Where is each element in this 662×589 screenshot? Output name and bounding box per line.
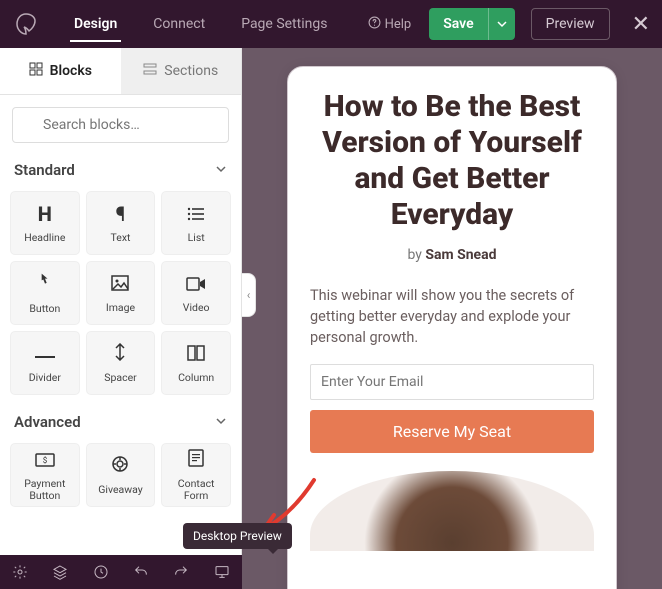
help-icon xyxy=(368,16,381,33)
list-icon xyxy=(187,202,205,226)
bottombar xyxy=(0,555,242,589)
payment-icon: $ xyxy=(35,448,55,472)
block-list[interactable]: List xyxy=(161,191,231,255)
sections-icon xyxy=(143,62,157,80)
headline-icon: H xyxy=(38,202,52,226)
desktop-preview-icon[interactable] xyxy=(214,564,230,580)
help-label: Help xyxy=(385,17,412,32)
save-button[interactable]: Save xyxy=(429,8,487,40)
save-group: Save xyxy=(429,8,514,40)
block-text[interactable]: ¶Text xyxy=(86,191,156,255)
canvas: How to Be the Best Version of Yourself a… xyxy=(242,48,662,589)
block-payment-button[interactable]: $Payment Button xyxy=(10,443,80,507)
divider-icon xyxy=(35,342,55,366)
page-description[interactable]: This webinar will show you the secrets o… xyxy=(310,285,594,348)
blocks-icon xyxy=(29,62,43,80)
sidebar-collapse-handle[interactable]: ‹ xyxy=(242,273,256,317)
history-icon[interactable] xyxy=(93,564,109,580)
nav-page-settings[interactable]: Page Settings xyxy=(223,0,345,48)
block-button[interactable]: Button xyxy=(10,261,80,325)
column-icon xyxy=(187,342,205,366)
byline[interactable]: by Sam Snead xyxy=(310,247,594,263)
sidebar: Blocks Sections Standard HHeadline xyxy=(0,48,242,589)
advanced-grid: $Payment Button Giveaway Contact Form xyxy=(0,437,241,519)
button-icon xyxy=(35,272,55,297)
email-field[interactable] xyxy=(310,364,594,400)
video-icon xyxy=(186,272,206,296)
group-standard-title: Standard xyxy=(14,161,75,179)
tooltip-desktop-preview: Desktop Preview xyxy=(183,523,292,549)
layers-icon[interactable] xyxy=(52,564,68,580)
tab-blocks[interactable]: Blocks xyxy=(0,48,121,94)
device-preview[interactable]: How to Be the Best Version of Yourself a… xyxy=(287,66,617,589)
page-heading[interactable]: How to Be the Best Version of Yourself a… xyxy=(310,89,594,233)
nav-design[interactable]: Design xyxy=(56,0,135,48)
spacer-icon xyxy=(113,342,127,366)
redo-icon[interactable] xyxy=(173,564,189,580)
group-standard-header[interactable]: Standard xyxy=(0,155,241,185)
block-spacer[interactable]: Spacer xyxy=(86,331,156,395)
save-dropdown[interactable] xyxy=(488,8,515,40)
block-column[interactable]: Column xyxy=(161,331,231,395)
text-icon: ¶ xyxy=(116,202,126,226)
cta-button[interactable]: Reserve My Seat xyxy=(310,410,594,453)
search-input[interactable] xyxy=(12,107,229,143)
hero-image[interactable] xyxy=(310,471,594,551)
help-link[interactable]: Help xyxy=(368,16,412,33)
block-video[interactable]: Video xyxy=(161,261,231,325)
top-nav: Design Connect Page Settings xyxy=(56,0,345,48)
settings-icon[interactable] xyxy=(12,564,28,580)
chevron-down-icon xyxy=(215,161,227,179)
close-icon[interactable]: ✕ xyxy=(632,12,650,37)
block-contact-form[interactable]: Contact Form xyxy=(161,443,231,507)
app-logo xyxy=(12,10,40,38)
group-advanced-header[interactable]: Advanced xyxy=(0,407,241,437)
image-icon xyxy=(111,272,129,296)
block-divider[interactable]: Divider xyxy=(10,331,80,395)
sidebar-tabs: Blocks Sections xyxy=(0,48,241,95)
block-image[interactable]: Image xyxy=(86,261,156,325)
by-prefix: by xyxy=(407,247,425,263)
topbar: Design Connect Page Settings Help Save P… xyxy=(0,0,662,48)
preview-button[interactable]: Preview xyxy=(531,8,610,40)
giveaway-icon xyxy=(111,454,129,478)
form-icon xyxy=(188,448,204,472)
block-headline[interactable]: HHeadline xyxy=(10,191,80,255)
nav-connect[interactable]: Connect xyxy=(135,0,223,48)
svg-text:$: $ xyxy=(43,456,48,465)
tab-sections-label: Sections xyxy=(164,63,218,79)
group-advanced-title: Advanced xyxy=(14,413,81,431)
chevron-down-icon xyxy=(215,413,227,431)
caret-down-icon xyxy=(497,19,507,29)
undo-icon[interactable] xyxy=(133,564,149,580)
tab-blocks-label: Blocks xyxy=(50,63,92,79)
block-giveaway[interactable]: Giveaway xyxy=(86,443,156,507)
tab-sections[interactable]: Sections xyxy=(121,48,242,94)
author-name: Sam Snead xyxy=(425,247,496,263)
standard-grid: HHeadline ¶Text List Button Image Video … xyxy=(0,185,241,407)
